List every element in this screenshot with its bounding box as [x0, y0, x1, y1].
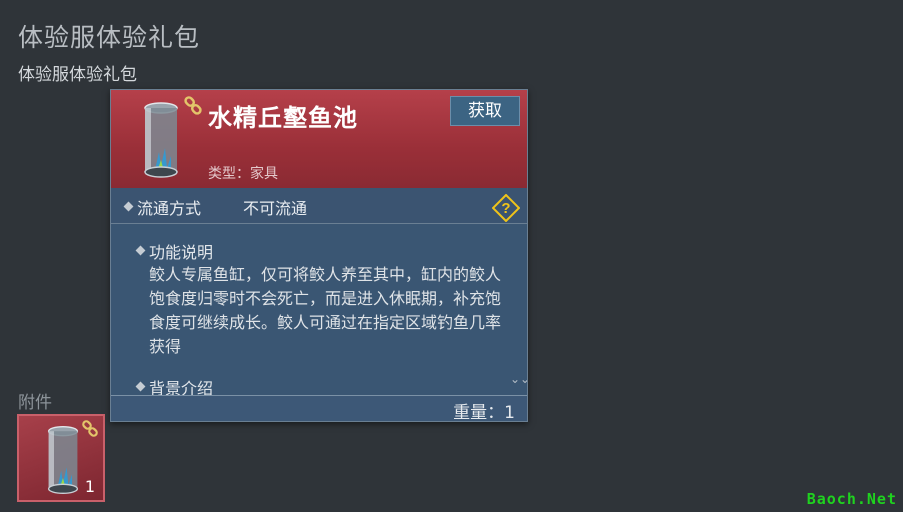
circulation-label: 流通方式 — [123, 195, 202, 219]
chain-link-icon — [81, 420, 99, 442]
question-diamond-icon[interactable]: ? — [491, 193, 521, 223]
watermark: Baoch.Net — [806, 490, 897, 508]
item-header: 水精丘壑鱼池 类型：家具 获取 — [111, 90, 527, 188]
panel-footer: 重量：1 — [111, 395, 527, 422]
chain-link-icon — [183, 96, 203, 120]
diamond-bullet-icon — [135, 381, 146, 392]
circulation-value: 不可流通 — [243, 199, 308, 218]
attachments-label: 附件 — [18, 393, 52, 413]
item-name: 水精丘壑鱼池 — [208, 104, 358, 132]
background-title-text: 背景介绍 — [149, 379, 214, 395]
svg-text:?: ? — [501, 200, 510, 217]
fish-tank-icon — [45, 424, 81, 496]
circulation-row: 流通方式 不可流通 — [111, 188, 527, 224]
function-title: 功能说明 — [135, 239, 214, 263]
item-detail-panel: 水精丘壑鱼池 类型：家具 获取 流通方式 不可流通 ? 功能说明 鲛人专属鱼缸，… — [110, 89, 528, 422]
function-description: 鲛人专属鱼缸，仅可将鲛人养至其中，缸内的鲛人饱食度归零时不会死亡，而是进入休眠期… — [149, 265, 502, 356]
page-title: 体验服体验礼包 — [18, 23, 201, 52]
circulation-label-text: 流通方式 — [137, 199, 202, 218]
item-type: 类型：家具 — [208, 166, 278, 182]
attachment-slot[interactable]: 1 — [17, 414, 105, 502]
fish-tank-icon — [141, 100, 181, 180]
function-title-text: 功能说明 — [149, 243, 214, 262]
diamond-bullet-icon — [135, 245, 146, 256]
item-weight: 重量：1 — [453, 403, 515, 422]
scroll-down-icon[interactable]: ⌄⌄ — [510, 372, 527, 386]
diamond-bullet-icon — [123, 201, 134, 212]
page-subtitle: 体验服体验礼包 — [18, 65, 137, 85]
background-title: 背景介绍 — [135, 375, 214, 395]
attachment-count: 1 — [84, 477, 95, 496]
obtain-button[interactable]: 获取 — [450, 96, 520, 126]
description-area[interactable]: 功能说明 鲛人专属鱼缸，仅可将鲛人养至其中，缸内的鲛人饱食度归零时不会死亡，而是… — [111, 225, 527, 395]
